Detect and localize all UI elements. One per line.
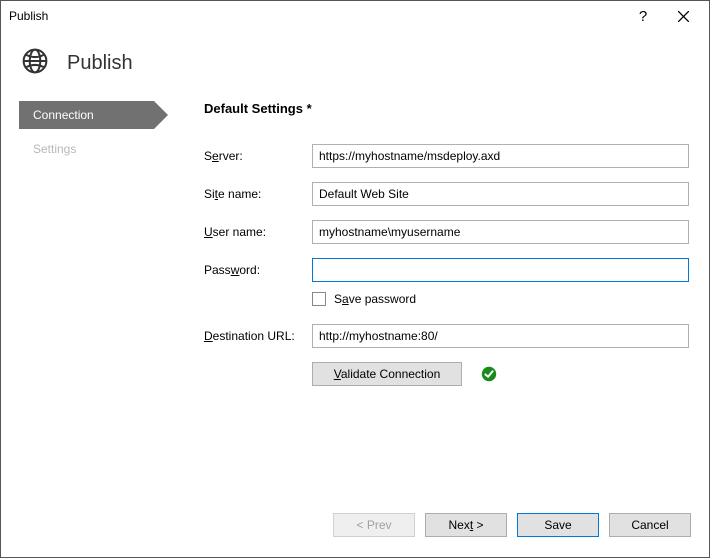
next-button[interactable]: Next > [425, 513, 507, 537]
save-button[interactable]: Save [517, 513, 599, 537]
help-button[interactable]: ? [623, 2, 663, 30]
next-label: Next > [448, 518, 483, 532]
save-label: Save [544, 518, 571, 532]
validate-connection-button[interactable]: Validate Connection [312, 362, 462, 386]
content-panel: Default Settings * Server: Site name: Us… [174, 101, 699, 501]
section-title: Default Settings * [204, 101, 689, 116]
row-destination: Destination URL: [204, 324, 689, 348]
row-save-password: Save password [312, 292, 689, 306]
save-password-label: Save password [334, 292, 416, 306]
close-icon [678, 11, 689, 22]
row-username: User name: [204, 220, 689, 244]
sidebar-item-settings[interactable]: Settings [19, 135, 174, 163]
page-title: Publish [67, 52, 133, 75]
password-input[interactable] [312, 258, 689, 282]
prev-button: < Prev [333, 513, 415, 537]
destination-input[interactable] [312, 324, 689, 348]
row-sitename: Site name: [204, 182, 689, 206]
title-bar: Publish ? [1, 1, 709, 31]
cancel-label: Cancel [631, 518, 668, 532]
sidebar-item-label: Settings [33, 142, 76, 156]
body: Connection Settings Default Settings * S… [1, 101, 709, 501]
row-validate: Validate Connection [312, 362, 689, 386]
save-password-checkbox[interactable] [312, 292, 326, 306]
validate-label: Validate Connection [334, 367, 441, 381]
sitename-label: Site name: [204, 187, 312, 201]
window-title: Publish [9, 9, 623, 23]
cancel-button[interactable]: Cancel [609, 513, 691, 537]
globe-icon [21, 47, 53, 79]
page-header: Publish [1, 31, 709, 101]
prev-label: < Prev [356, 518, 391, 532]
help-icon: ? [639, 8, 647, 25]
sidebar-item-connection[interactable]: Connection [19, 101, 154, 129]
server-input[interactable] [312, 144, 689, 168]
footer-buttons: < Prev Next > Save Cancel [1, 501, 709, 557]
row-server: Server: [204, 144, 689, 168]
check-icon [480, 365, 498, 383]
destination-label: Destination URL: [204, 329, 312, 343]
username-input[interactable] [312, 220, 689, 244]
row-password: Password: [204, 258, 689, 282]
sidebar-item-label: Connection [33, 108, 94, 122]
server-label: Server: [204, 149, 312, 163]
password-label: Password: [204, 263, 312, 277]
close-button[interactable] [663, 2, 703, 30]
username-label: User name: [204, 225, 312, 239]
wizard-sidebar: Connection Settings [19, 101, 174, 501]
sitename-input[interactable] [312, 182, 689, 206]
